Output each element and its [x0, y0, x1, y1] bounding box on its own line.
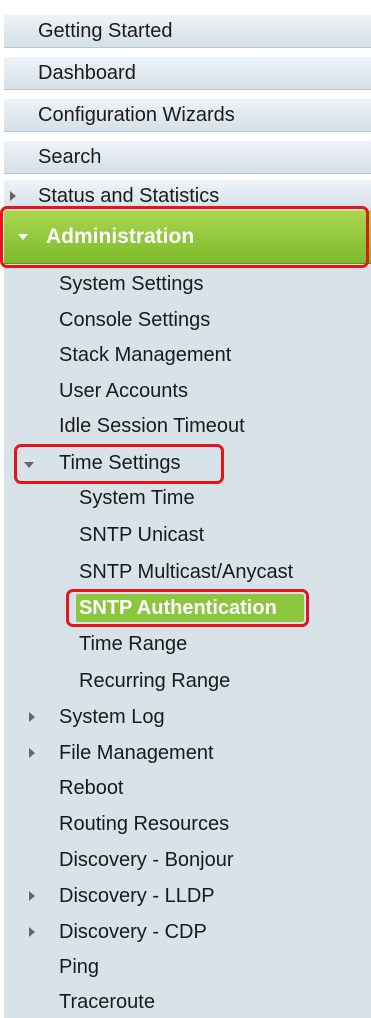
submenu-item-console-settings[interactable]: Console Settings — [59, 304, 210, 336]
nav-item-label: Dashboard — [38, 62, 136, 84]
nav-item-getting-started[interactable]: Getting Started — [4, 14, 371, 48]
submenu-item-sntp-unicast[interactable]: SNTP Unicast — [79, 519, 204, 551]
chevron-right-icon — [29, 748, 35, 758]
submenu-item-stack-management[interactable]: Stack Management — [59, 339, 231, 371]
submenu-item-ping[interactable]: Ping — [59, 951, 99, 983]
submenu-item-system-settings[interactable]: System Settings — [59, 268, 204, 300]
highlight-box-sntp-authentication — [66, 589, 309, 627]
nav-item-dashboard[interactable]: Dashboard — [4, 56, 371, 90]
nav-item-search[interactable]: Search — [4, 140, 371, 174]
submenu-item-discovery-bonjour[interactable]: Discovery - Bonjour — [59, 844, 234, 876]
chevron-right-icon — [29, 927, 35, 937]
highlight-box-administration — [0, 206, 369, 268]
submenu-item-user-accounts[interactable]: User Accounts — [59, 375, 188, 407]
navigation-sidebar: Getting Started Dashboard Configuration … — [0, 0, 371, 1018]
submenu-item-system-log[interactable]: System Log — [59, 701, 165, 733]
submenu-item-routing-resources[interactable]: Routing Resources — [59, 808, 229, 840]
submenu-item-sntp-multicast-anycast[interactable]: SNTP Multicast/Anycast — [79, 556, 293, 588]
submenu-item-recurring-range[interactable]: Recurring Range — [79, 665, 230, 697]
nav-item-label: Search — [38, 146, 102, 168]
highlight-box-time-settings — [14, 444, 224, 484]
chevron-right-icon — [10, 191, 16, 201]
submenu-item-idle-session-timeout[interactable]: Idle Session Timeout — [59, 410, 245, 442]
submenu-item-time-range[interactable]: Time Range — [79, 628, 187, 660]
submenu-item-discovery-cdp[interactable]: Discovery - CDP — [59, 916, 207, 948]
nav-item-configuration-wizards[interactable]: Configuration Wizards — [4, 98, 371, 132]
nav-item-label: Getting Started — [38, 20, 173, 42]
chevron-right-icon — [29, 891, 35, 901]
submenu-item-file-management[interactable]: File Management — [59, 737, 214, 769]
nav-item-label: Configuration Wizards — [38, 104, 235, 126]
submenu-item-reboot[interactable]: Reboot — [59, 772, 124, 804]
submenu-item-system-time[interactable]: System Time — [79, 482, 195, 514]
submenu-item-discovery-lldp[interactable]: Discovery - LLDP — [59, 880, 215, 912]
chevron-right-icon — [29, 712, 35, 722]
submenu-item-traceroute[interactable]: Traceroute — [59, 986, 155, 1018]
